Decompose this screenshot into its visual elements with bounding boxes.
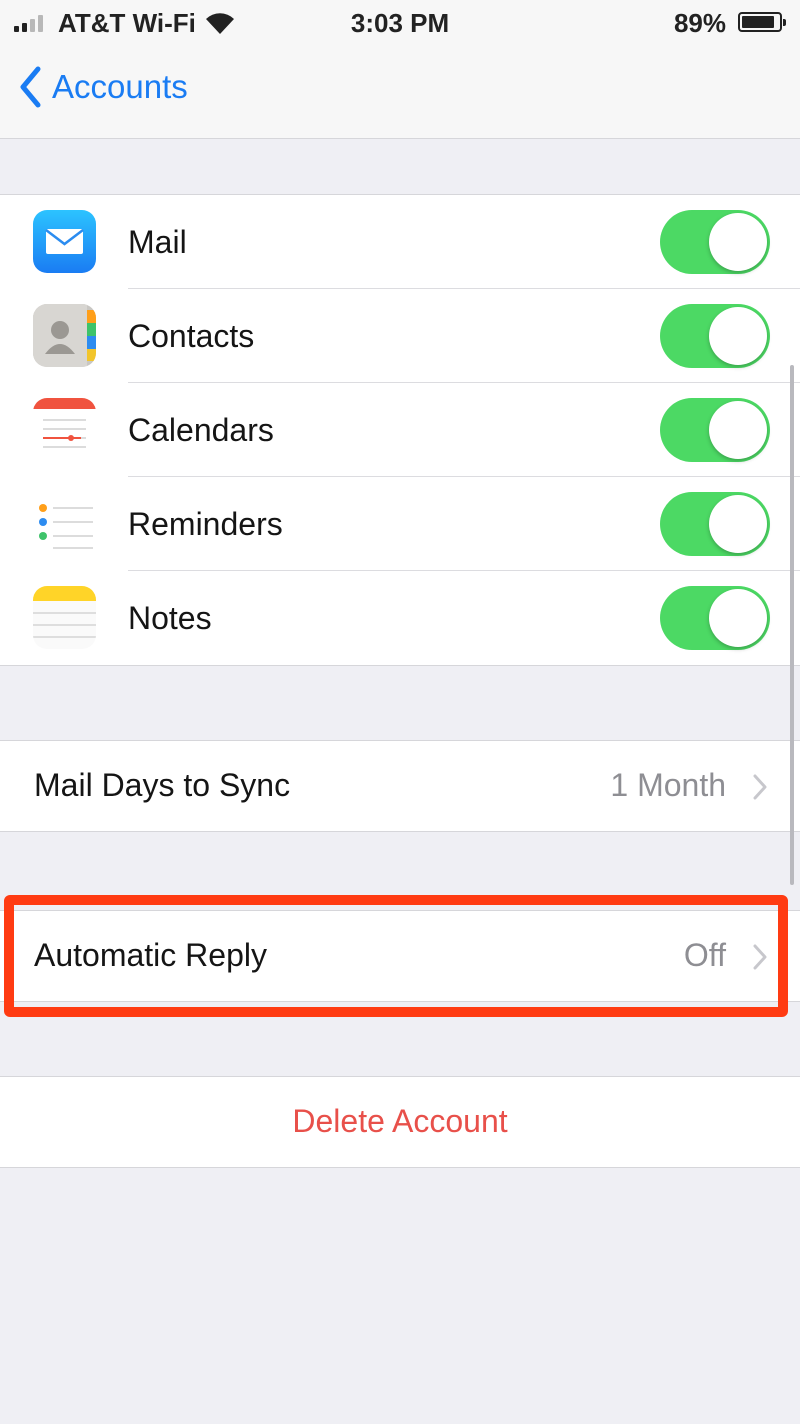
scroll-indicator	[790, 365, 794, 885]
battery-percentage: 89%	[673, 8, 726, 38]
reminders-app-icon	[33, 492, 96, 555]
navigation-bar: Accounts	[0, 46, 800, 139]
auto-reply-group: Automatic Reply Off	[0, 910, 800, 1002]
back-button-label: Accounts	[52, 68, 188, 105]
reminders-toggle[interactable]	[660, 492, 770, 556]
delete-account-label: Delete Account	[292, 1103, 508, 1139]
toggle-knob	[709, 401, 767, 459]
mail-toggle[interactable]	[660, 210, 770, 274]
mail-app-icon	[33, 210, 96, 273]
service-label: Reminders	[128, 505, 283, 542]
notes-toggle[interactable]	[660, 586, 770, 650]
service-label: Mail	[128, 223, 187, 260]
mail-days-to-sync-row[interactable]: Mail Days to Sync 1 Month	[0, 741, 800, 831]
chevron-left-icon	[20, 66, 41, 108]
delete-group: Delete Account	[0, 1076, 800, 1168]
mail-days-to-sync-label: Mail Days to Sync	[34, 767, 291, 803]
notes-app-icon	[33, 586, 96, 649]
service-row-mail: Mail	[0, 195, 800, 289]
battery-fill	[742, 16, 774, 28]
mail-days-to-sync-value: 1 Month	[610, 767, 726, 803]
account-settings-screen: AT&T Wi-Fi 3:03 PM 89% Accounts Mail Con…	[0, 0, 800, 1424]
chevron-right-icon	[753, 774, 767, 800]
toggle-knob	[709, 589, 767, 647]
service-label: Contacts	[128, 317, 255, 354]
service-row-contacts: Contacts	[0, 289, 800, 383]
automatic-reply-row[interactable]: Automatic Reply Off	[0, 911, 800, 1001]
service-label: Notes	[128, 599, 212, 636]
sync-group: Mail Days to Sync 1 Month	[0, 740, 800, 832]
automatic-reply-label: Automatic Reply	[34, 937, 267, 973]
contacts-app-icon	[33, 304, 96, 367]
chevron-right-icon	[753, 944, 767, 970]
toggle-knob	[709, 495, 767, 553]
service-row-notes: Notes	[0, 571, 800, 665]
toggle-knob	[709, 307, 767, 365]
service-row-calendars: Calendars	[0, 383, 800, 477]
back-button[interactable]: Accounts	[18, 66, 188, 108]
automatic-reply-value: Off	[683, 937, 726, 973]
services-group: Mail Contacts Calendars Reminders Notes	[0, 194, 800, 666]
service-row-reminders: Reminders	[0, 477, 800, 571]
status-bar: AT&T Wi-Fi 3:03 PM 89%	[0, 0, 800, 46]
contacts-toggle[interactable]	[660, 304, 770, 368]
toggle-knob	[709, 213, 767, 271]
calendars-toggle[interactable]	[660, 398, 770, 462]
battery-icon	[738, 12, 786, 32]
service-label: Calendars	[128, 411, 274, 448]
calendar-app-icon	[33, 398, 96, 461]
delete-account-button[interactable]: Delete Account	[0, 1077, 800, 1167]
